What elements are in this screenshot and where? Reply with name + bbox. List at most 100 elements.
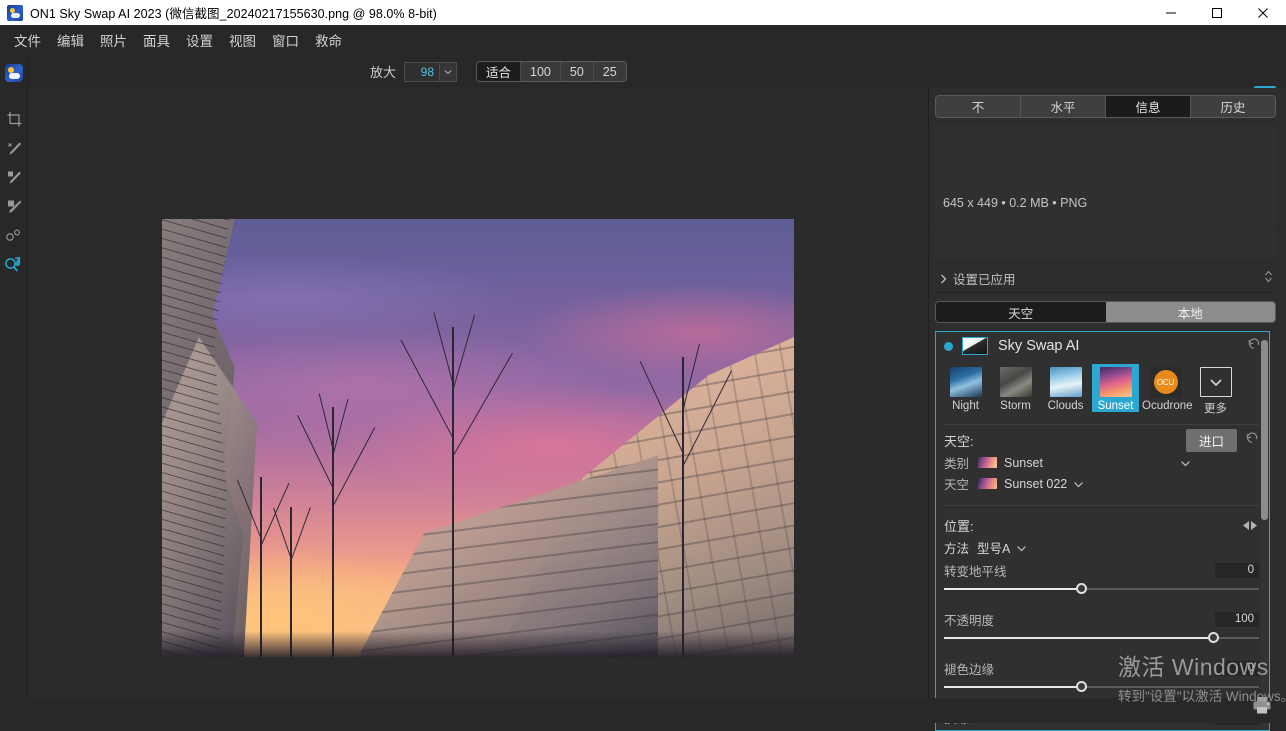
options-bar: 放大 98 适合 100 50 25: [28, 55, 928, 88]
tree-trunk: [452, 327, 454, 657]
slider-fill: [944, 637, 1216, 639]
slider-shift-horizon[interactable]: [936, 580, 1269, 598]
chevron-down-icon[interactable]: [439, 63, 456, 81]
panel-subtabs: 天空 本地: [935, 301, 1276, 323]
slider-value[interactable]: 0: [1215, 563, 1259, 578]
subtab-sky[interactable]: 天空: [936, 302, 1106, 322]
minimize-button[interactable]: [1148, 0, 1194, 25]
maximize-button[interactable]: [1194, 0, 1240, 25]
module-reset-icon[interactable]: [1247, 337, 1261, 355]
sky-select-row[interactable]: 天空 Sunset 022: [936, 474, 1269, 493]
slider-label: 褪色边缘: [944, 659, 994, 678]
slider-knob[interactable]: [1076, 681, 1087, 692]
zoom-100-button[interactable]: 100: [521, 61, 561, 82]
method-row[interactable]: 方法 型号A: [936, 538, 1269, 557]
category-swatch-icon: [978, 457, 997, 468]
crop-icon[interactable]: [0, 105, 28, 134]
zoom-50-button[interactable]: 50: [561, 61, 594, 82]
canvas-area[interactable]: [28, 88, 928, 698]
zoom-preset-group: 适合 100 50 25: [476, 61, 627, 82]
category-row[interactable]: 类别 Sunset: [936, 453, 1269, 472]
title-bar: ON1 Sky Swap AI 2023 (微信截图_2024021715563…: [0, 0, 1286, 25]
slider-value[interactable]: 100: [1215, 612, 1259, 627]
slider-fill: [944, 588, 1084, 590]
sky-section-title: 天空:: [944, 431, 974, 450]
position-row: 位置:: [936, 514, 1269, 536]
divider: [944, 424, 1259, 425]
print-icon[interactable]: [1252, 696, 1272, 720]
menu-view[interactable]: 视图: [221, 27, 264, 53]
sky-reset-icon[interactable]: [1245, 431, 1259, 449]
sky-section-row: 天空: 进口: [936, 429, 1269, 451]
info-box: 645 x 449 • 0.2 MB • PNG: [935, 126, 1276, 228]
preset-ocudrone[interactable]: OCU Ocudrone: [1142, 364, 1189, 412]
menu-help[interactable]: 救命: [307, 27, 350, 53]
slider-shift-edge[interactable]: [936, 727, 1269, 731]
tab-none[interactable]: 不: [936, 96, 1021, 117]
app-badge-icon[interactable]: [0, 55, 28, 91]
slider-fade-edge[interactable]: [936, 678, 1269, 696]
slider-row-shift-horizon: 转变地平线 0: [936, 560, 1269, 580]
preset-thumb-icon: [1050, 367, 1082, 397]
preset-label: Night: [942, 400, 989, 412]
preset-label: 更多: [1192, 400, 1239, 416]
chevron-right-icon[interactable]: [935, 274, 951, 284]
chevron-down-icon[interactable]: [1180, 454, 1191, 472]
tab-levels[interactable]: 水平: [1021, 96, 1106, 117]
slider-value[interactable]: 0: [1215, 661, 1259, 676]
bottom-bar: [0, 698, 1286, 723]
blemish-remover-icon[interactable]: [0, 221, 28, 250]
chevron-down-icon[interactable]: [1073, 475, 1084, 493]
tab-history[interactable]: 历史: [1191, 96, 1275, 117]
slider-label: 不透明度: [944, 610, 994, 629]
menu-window[interactable]: 窗口: [264, 27, 307, 53]
sort-updown-icon[interactable]: [1264, 270, 1273, 288]
slider-knob[interactable]: [1208, 632, 1219, 643]
preset-thumb-icon: [950, 367, 982, 397]
zoom-25-button[interactable]: 25: [594, 61, 626, 82]
category-value: Sunset: [1004, 456, 1043, 470]
preset-clouds[interactable]: Clouds: [1042, 364, 1089, 412]
slider-row-opacity: 不透明度 100: [936, 609, 1269, 629]
preset-sunset[interactable]: Sunset: [1092, 364, 1139, 412]
menu-photo[interactable]: 照片: [92, 27, 135, 53]
tree-trunk: [260, 477, 262, 657]
subtab-local[interactable]: 本地: [1106, 302, 1276, 322]
right-panel: 不 水平 信息 历史 645 x 449 • 0.2 MB • PNG 设置已应…: [928, 88, 1286, 723]
module-enable-toggle[interactable]: [944, 342, 953, 351]
zoom-fit-button[interactable]: 适合: [477, 61, 521, 82]
photo-preview[interactable]: [162, 219, 794, 657]
menu-edit[interactable]: 编辑: [49, 27, 92, 53]
settings-applied-row[interactable]: 设置已应用: [935, 265, 1276, 293]
import-button[interactable]: 进口: [1186, 429, 1237, 452]
zoom-input[interactable]: 98: [405, 65, 439, 79]
module-title: Sky Swap AI: [998, 338, 1079, 354]
perfect-brush-icon[interactable]: [0, 163, 28, 192]
close-button[interactable]: [1240, 0, 1286, 25]
zoom-input-group[interactable]: 98: [404, 62, 457, 82]
panel-scrollbar[interactable]: [1261, 340, 1268, 520]
preset-label: Clouds: [1042, 400, 1089, 412]
masking-brush-icon[interactable]: [0, 192, 28, 221]
zoom-hand-icon[interactable]: [0, 250, 28, 279]
preset-night[interactable]: Night: [942, 364, 989, 412]
sky-preset-row: Night Storm Clouds Sunset OCU Ocudrone: [936, 360, 1269, 416]
slider-knob[interactable]: [1076, 583, 1087, 594]
menu-settings[interactable]: 设置: [178, 27, 221, 53]
tab-info[interactable]: 信息: [1106, 96, 1191, 117]
menu-mask[interactable]: 面具: [135, 27, 178, 53]
preset-more[interactable]: 更多: [1192, 364, 1239, 416]
retouch-brush-icon[interactable]: [0, 134, 28, 163]
chevron-down-icon[interactable]: [1016, 539, 1027, 557]
ocudrone-badge: OCU: [1154, 370, 1178, 394]
sky-value: Sunset 022: [1004, 477, 1067, 491]
preset-storm[interactable]: Storm: [992, 364, 1039, 412]
zoom-label: 放大: [370, 62, 396, 81]
slider-fill: [944, 686, 1084, 688]
photo-bottom-shadow: [162, 631, 794, 657]
position-arrows[interactable]: [1241, 520, 1259, 531]
preset-label: Sunset: [1092, 400, 1139, 412]
menu-file[interactable]: 文件: [6, 27, 49, 53]
module-header: Sky Swap AI: [936, 332, 1269, 360]
slider-opacity[interactable]: [936, 629, 1269, 647]
